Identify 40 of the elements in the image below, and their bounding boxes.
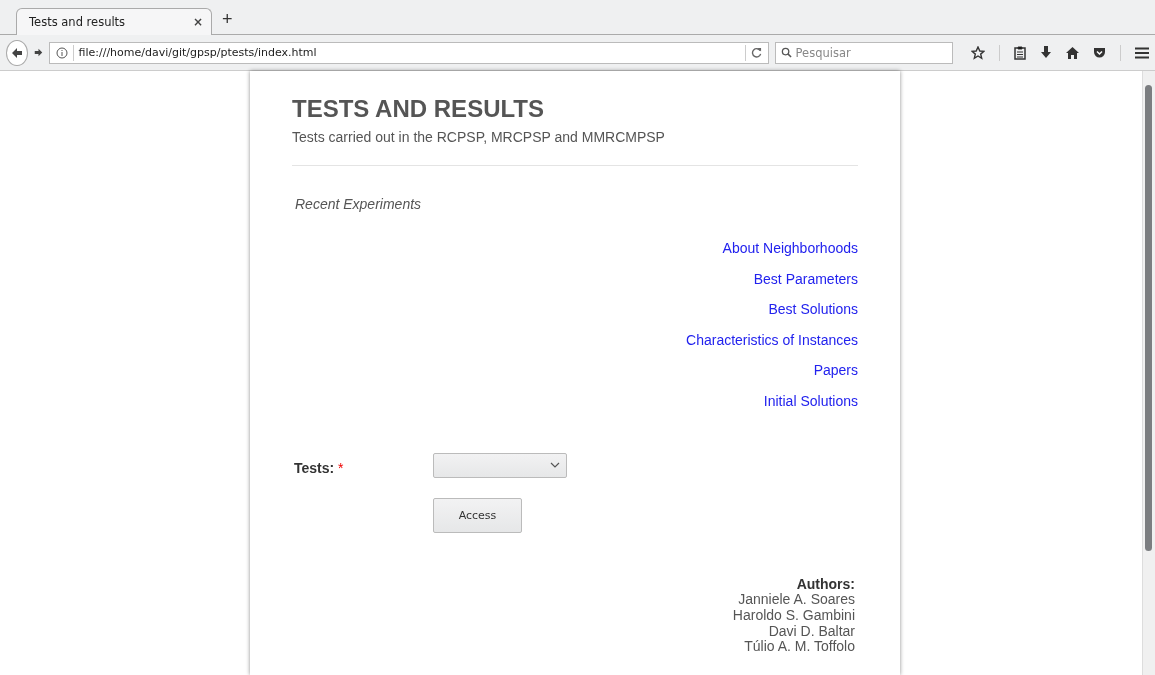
page-link[interactable]: Papers xyxy=(813,362,858,379)
scrollbar-thumb[interactable] xyxy=(1145,85,1152,551)
pocket-icon[interactable] xyxy=(1093,46,1106,59)
forward-icon[interactable] xyxy=(33,47,43,58)
new-tab-button[interactable]: + xyxy=(222,9,233,30)
url-text: file:///home/davi/git/gpsp/ptests/index.html xyxy=(78,46,318,59)
page-subtitle: Tests carried out in the RCPSP, MRCPSP and MMRCMPSP xyxy=(292,129,666,145)
search-placeholder: Pesquisar xyxy=(795,45,851,60)
author-name: Janniele A. Soares xyxy=(738,592,855,608)
back-button[interactable] xyxy=(6,39,28,66)
star-icon[interactable] xyxy=(971,45,985,60)
chevron-icon xyxy=(550,462,560,469)
address-bar[interactable]: file:///home/davi/git/gpsp/ptests/index.html xyxy=(48,41,769,64)
page-title: TESTS AND RESULTS xyxy=(292,95,545,123)
author-name: Davi D. Baltar xyxy=(768,623,855,640)
page-link[interactable]: Best Parameters xyxy=(753,270,858,288)
page-link[interactable]: About Neighborhoods xyxy=(722,240,858,257)
page-link[interactable]: Initial Solutions xyxy=(763,392,858,410)
search-field[interactable]: Pesquisar xyxy=(774,41,953,64)
back-arrow-icon xyxy=(10,46,23,59)
menu-icon[interactable] xyxy=(1135,46,1149,59)
required-mark: * xyxy=(338,459,344,476)
browser-tab[interactable]: Tests and results × xyxy=(16,8,212,35)
section-heading: Recent Experiments xyxy=(295,196,423,212)
page-link[interactable]: Characteristics of Instances xyxy=(686,331,858,349)
author-name: Haroldo S. Gambini xyxy=(732,607,855,624)
tab-title: Tests and results xyxy=(29,15,126,29)
clipboard-icon[interactable] xyxy=(1014,45,1026,60)
page-link[interactable]: Best Solutions xyxy=(768,301,858,318)
close-tab-button[interactable]: × xyxy=(192,15,203,29)
scrollbar[interactable] xyxy=(1142,71,1155,675)
home-icon[interactable] xyxy=(1066,46,1079,59)
author-name: Túlio A. M. Toffolo xyxy=(744,639,855,656)
search-icon xyxy=(780,47,792,58)
info-icon[interactable] xyxy=(55,46,68,59)
download-icon[interactable] xyxy=(1040,46,1052,59)
access-button[interactable]: Access xyxy=(433,497,522,533)
field-label: Tests: xyxy=(294,459,335,476)
reload-icon[interactable] xyxy=(750,47,762,58)
authors-heading: Authors: xyxy=(796,576,855,593)
